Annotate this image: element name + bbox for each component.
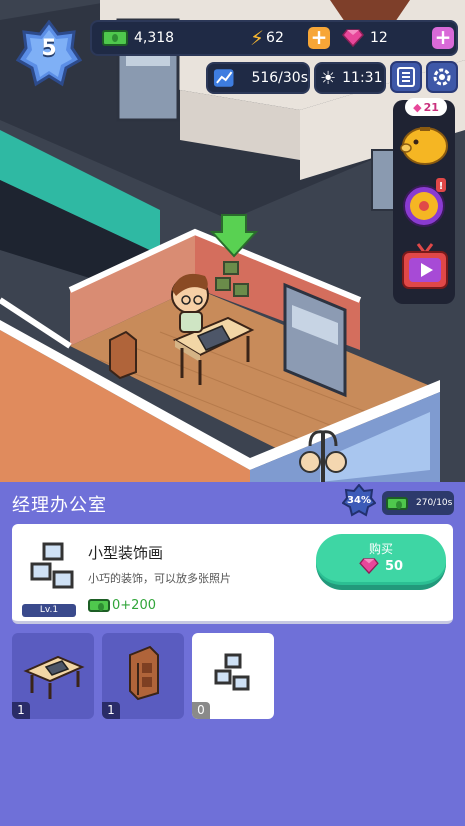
video-ad-tv-icon[interactable] (400, 240, 450, 292)
gem-icon (342, 29, 364, 47)
buy-cost-value: 50 (384, 558, 404, 574)
picture-frames-icon (214, 653, 250, 691)
player-level-badge[interactable]: 5 (16, 20, 82, 88)
gem-value: 12 (370, 30, 388, 46)
desk-icon (23, 655, 85, 699)
room-income-rate: 270/10s (382, 491, 454, 515)
energy-value: 62 (266, 30, 284, 46)
list-icon (397, 67, 415, 87)
sun-icon: ☀ (320, 67, 337, 89)
energy-counter: ⚡ 62 (250, 22, 284, 54)
income-rate-value: 516/30s (251, 70, 308, 86)
piggy-bank-icon[interactable] (398, 118, 452, 168)
settings-button[interactable] (426, 61, 458, 93)
item-bonus-base: 0 (112, 598, 121, 613)
slot-count: 0 (192, 702, 210, 719)
player-level-value: 5 (41, 36, 57, 61)
buy-button-label: 购买 (368, 542, 393, 556)
gem-small-icon: ◆ (413, 100, 422, 114)
cash-icon (386, 496, 408, 510)
furniture-slot-desk[interactable]: 1 (12, 633, 94, 719)
game-scene[interactable]: 5 4,318 ⚡ 62 + 12 + 516/30s ☀ 11:31 ◆ 21… (0, 0, 465, 482)
add-gems-button[interactable]: + (432, 27, 454, 49)
lucky-wheel-icon[interactable]: ! (400, 178, 450, 230)
room-title: 经理办公室 (12, 495, 107, 516)
furniture-slot-decor-painting[interactable]: 0 (192, 633, 274, 719)
piggy-gem-value: 21 (423, 100, 439, 114)
cabinet-icon (129, 645, 159, 701)
gear-icon (433, 68, 451, 86)
resource-bar: 4,318 ⚡ 62 + 12 + (90, 20, 458, 56)
task-list-button[interactable] (390, 61, 422, 93)
item-income-bonus: 0 +200 (88, 598, 156, 613)
slot-count: 1 (102, 702, 120, 719)
income-rate-display: 516/30s (206, 62, 310, 94)
trend-chart-icon (213, 69, 234, 87)
lightning-icon: ⚡ (250, 26, 265, 50)
cash-icon (88, 599, 110, 612)
buy-button[interactable]: 购买 50 (316, 534, 446, 590)
room-progress-percent: 34% (347, 495, 371, 506)
cash-icon (102, 30, 128, 46)
add-energy-button[interactable]: + (308, 27, 330, 49)
item-description: 小巧的装饰，可以放多张照片 (88, 572, 231, 585)
gem-counter: 12 (342, 22, 388, 54)
clock-display: ☀ 11:31 (314, 62, 386, 94)
item-level-pill: Lv.1 (22, 604, 76, 617)
item-bonus-add: +200 (120, 598, 156, 613)
cash-counter: 4,318 (102, 22, 174, 54)
furniture-slot-cabinet[interactable]: 1 (102, 633, 184, 719)
svg-text:!: ! (439, 181, 444, 192)
item-detail-card: Lv.1 小型装饰画 小巧的装饰，可以放多张照片 0 +200 购买 50 (12, 524, 453, 624)
slot-count: 1 (12, 702, 30, 719)
room-income-rate-value: 270/10s (416, 498, 453, 508)
buy-cost: 50 (316, 558, 446, 574)
clock-value: 11:31 (342, 70, 383, 86)
item-name: 小型装饰画 (88, 544, 164, 562)
gem-icon (359, 558, 379, 574)
picture-frames-icon (30, 542, 74, 589)
piggy-gem-reward: ◆ 21 (405, 98, 447, 116)
cash-value: 4,318 (134, 30, 175, 46)
